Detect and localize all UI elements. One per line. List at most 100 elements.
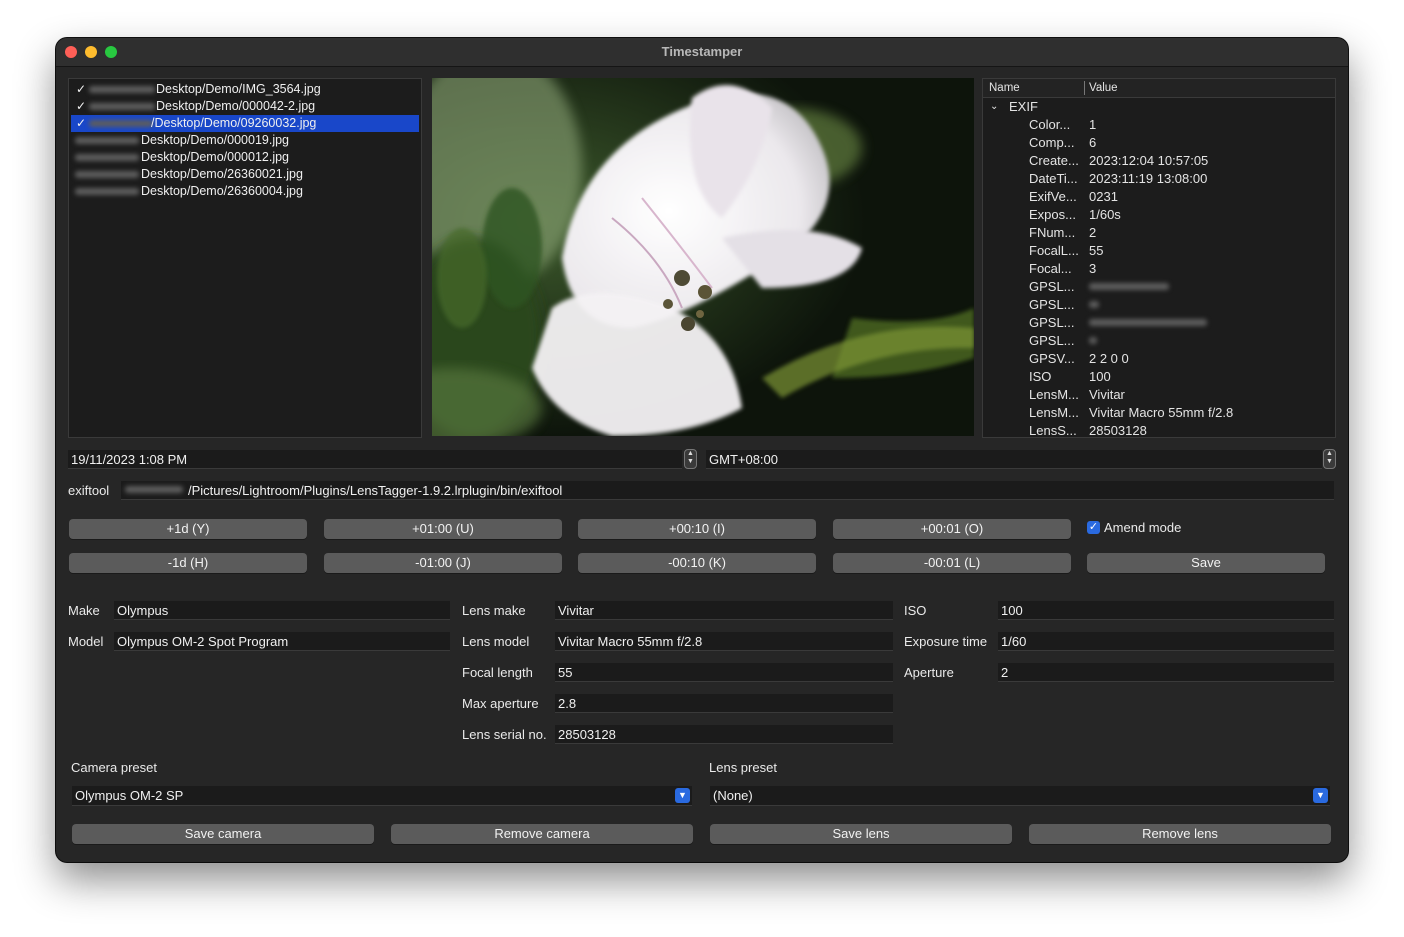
aperture-field[interactable]: 2 <box>998 663 1334 682</box>
stepper-down-icon[interactable]: ▼ <box>1324 458 1335 466</box>
focal-length-label: Focal length <box>462 665 533 680</box>
exif-tag-name: LensS... <box>1029 423 1077 438</box>
plus-1min-button[interactable]: +00:01 (O) <box>833 519 1071 539</box>
file-list[interactable]: ✓ Desktop/Demo/IMG_3564.jpg ✓ Desktop/Demo/… <box>68 78 422 438</box>
file-list-item[interactable]: Desktop/Demo/26360004.jpg <box>71 183 419 200</box>
exif-tag-value: 2 2 0 0 <box>1089 351 1129 366</box>
exif-tag-name: GPSV... <box>1029 351 1075 366</box>
timezone-stepper[interactable]: ▲ ▼ <box>1323 449 1336 469</box>
exif-row[interactable]: FNum... 2 <box>983 224 1335 242</box>
column-divider[interactable] <box>1084 81 1085 95</box>
exiftool-path-field[interactable]: /Pictures/Lightroom/Plugins/LensTagger-1… <box>121 481 1334 500</box>
minus-hour-button[interactable]: -01:00 (J) <box>324 553 562 573</box>
file-list-item[interactable]: ✓ Desktop/Demo/IMG_3564.jpg <box>71 81 419 98</box>
save-button[interactable]: Save <box>1087 553 1325 573</box>
exif-tag-value: 55 <box>1089 243 1104 258</box>
checkmark-icon[interactable]: ✓ <box>76 115 88 132</box>
minus-1min-button[interactable]: -00:01 (L) <box>833 553 1071 573</box>
stepper-up-icon[interactable]: ▲ <box>1324 450 1335 458</box>
exif-tag-value: 1/60s <box>1089 207 1121 222</box>
minus-day-button[interactable]: -1d (H) <box>69 553 307 573</box>
model-field[interactable]: Olympus OM-2 Spot Program <box>114 632 450 651</box>
exif-row[interactable]: GPSV... 2 2 0 0 <box>983 350 1335 368</box>
exif-group-row[interactable]: ⌄ EXIF <box>983 98 1335 116</box>
photo-preview <box>432 78 974 436</box>
save-camera-button[interactable]: Save camera <box>72 824 374 844</box>
exposure-time-field[interactable]: 1/60 <box>998 632 1334 651</box>
file-list-item[interactable]: Desktop/Demo/000019.jpg <box>71 132 419 149</box>
exif-table[interactable]: Name Value ⌄ EXIF Color... 1 Comp... 6 Creat… <box>982 78 1336 438</box>
file-name: Desktop/Demo/000012.jpg <box>141 150 290 164</box>
file-list-item[interactable]: Desktop/Demo/000012.jpg <box>71 149 419 166</box>
exif-row[interactable]: LensM... Vivitar Macro 55mm f/2.8 <box>983 404 1335 422</box>
exif-tag-name: Focal... <box>1029 261 1072 276</box>
chevron-down-icon[interactable]: ▼ <box>675 788 690 803</box>
plus-10min-button[interactable]: +00:10 (I) <box>578 519 816 539</box>
chevron-down-icon[interactable]: ⌄ <box>990 98 998 116</box>
exif-row[interactable]: GPSL... <box>983 296 1335 314</box>
exif-tag-value: 2023:12:04 10:57:05 <box>1089 153 1209 168</box>
column-header-value[interactable]: Value <box>1089 79 1118 97</box>
chevron-down-icon[interactable]: ▼ <box>1313 788 1328 803</box>
remove-camera-button[interactable]: Remove camera <box>391 824 693 844</box>
lens-serial-field[interactable]: 28503128 <box>555 725 893 744</box>
checkmark-icon[interactable]: ✓ <box>76 81 88 98</box>
exif-tag-value: 28503128 <box>1089 423 1147 438</box>
lens-make-value: Vivitar <box>558 603 594 618</box>
save-lens-button[interactable]: Save lens <box>710 824 1012 844</box>
datetime-field[interactable]: 19/11/2023 1:08 PM <box>68 450 682 469</box>
exif-row[interactable]: GPSL... <box>983 278 1335 296</box>
redacted-path <box>75 171 139 178</box>
remove-lens-button[interactable]: Remove lens <box>1029 824 1331 844</box>
lens-model-value: Vivitar Macro 55mm f/2.8 <box>558 634 703 649</box>
lens-preset-select[interactable]: (None) ▼ <box>710 786 1330 806</box>
lens-preset-label: Lens preset <box>709 760 777 775</box>
iso-field[interactable]: 100 <box>998 601 1334 620</box>
exif-row[interactable]: ExifVe... 0231 <box>983 188 1335 206</box>
stepper-up-icon[interactable]: ▲ <box>685 450 696 458</box>
timezone-field[interactable]: GMT+08:00 <box>706 450 1322 469</box>
column-header-name[interactable]: Name <box>989 79 1020 97</box>
exif-row[interactable]: GPSL... <box>983 314 1335 332</box>
amend-mode-checkbox[interactable]: ✓ <box>1087 521 1100 534</box>
focal-length-field[interactable]: 55 <box>555 663 893 682</box>
stepper-down-icon[interactable]: ▼ <box>685 458 696 466</box>
file-list-item[interactable]: ✓ Desktop/Demo/000042-2.jpg <box>71 98 419 115</box>
redacted-value <box>1089 283 1169 290</box>
make-field[interactable]: Olympus <box>114 601 450 620</box>
lens-make-field[interactable]: Vivitar <box>555 601 893 620</box>
checkmark-icon[interactable]: ✓ <box>76 98 88 115</box>
file-list-item[interactable]: Desktop/Demo/26360021.jpg <box>71 166 419 183</box>
exif-tag-value: 1 <box>1089 117 1097 132</box>
camera-preset-select[interactable]: Olympus OM-2 SP ▼ <box>72 786 692 806</box>
exif-row[interactable]: Create... 2023:12:04 10:57:05 <box>983 152 1335 170</box>
aperture-value: 2 <box>1001 665 1009 680</box>
exif-row[interactable]: LensS... 28503128 <box>983 422 1335 438</box>
camera-preset-value: Olympus OM-2 SP <box>75 788 184 803</box>
exif-row[interactable]: Focal... 3 <box>983 260 1335 278</box>
exif-row[interactable]: Comp... 6 <box>983 134 1335 152</box>
exif-row[interactable]: Color... 1 <box>983 116 1335 134</box>
redacted-path <box>75 188 139 195</box>
plus-hour-button[interactable]: +01:00 (U) <box>324 519 562 539</box>
exif-row[interactable]: Expos... 1/60s <box>983 206 1335 224</box>
exif-row[interactable]: FocalL... 55 <box>983 242 1335 260</box>
datetime-stepper[interactable]: ▲ ▼ <box>684 449 697 469</box>
window-title: Timestamper <box>661 44 743 59</box>
exif-row[interactable]: DateTi... 2023:11:19 13:08:00 <box>983 170 1335 188</box>
max-aperture-field[interactable]: 2.8 <box>555 694 893 713</box>
plus-day-button[interactable]: +1d (Y) <box>69 519 307 539</box>
exiftool-label: exiftool <box>68 483 110 498</box>
exif-row[interactable]: ISO 100 <box>983 368 1335 386</box>
file-name: /Desktop/Demo/09260032.jpg <box>151 116 317 130</box>
exif-row[interactable]: GPSL... <box>983 332 1335 350</box>
minus-10min-button[interactable]: -00:10 (K) <box>578 553 816 573</box>
amend-mode-label[interactable]: Amend mode <box>1104 518 1181 537</box>
file-list-item[interactable]: ✓ /Desktop/Demo/09260032.jpg <box>71 115 419 132</box>
file-name: Desktop/Demo/000042-2.jpg <box>156 99 316 113</box>
iso-label: ISO <box>904 603 927 618</box>
lens-model-field[interactable]: Vivitar Macro 55mm f/2.8 <box>555 632 893 651</box>
exif-row[interactable]: LensM... Vivitar <box>983 386 1335 404</box>
redacted-path <box>125 486 183 493</box>
exif-tag-name: FocalL... <box>1029 243 1079 258</box>
